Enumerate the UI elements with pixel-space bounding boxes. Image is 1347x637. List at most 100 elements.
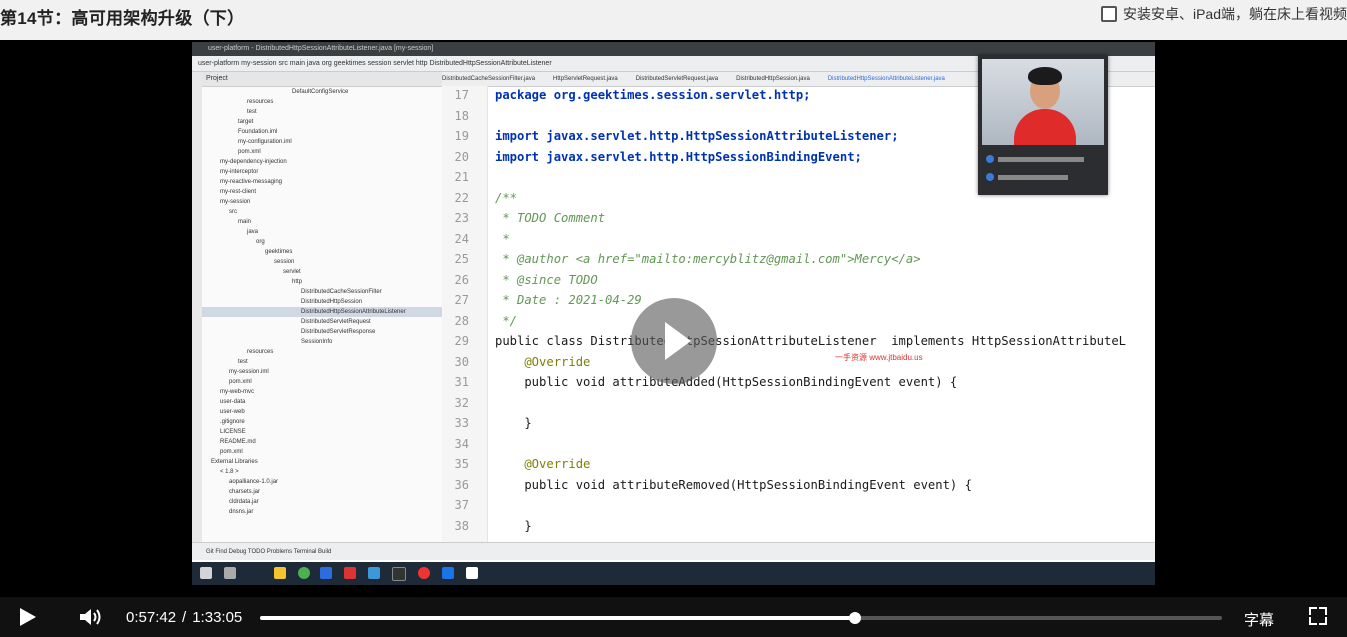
project-tree-item[interactable]: .gitignore — [202, 417, 442, 427]
explorer-icon — [274, 567, 286, 579]
project-tree-item[interactable]: user-web — [202, 407, 442, 417]
progress-handle[interactable] — [849, 612, 862, 624]
line-number: 29 — [454, 334, 469, 348]
project-tree-item[interactable]: pom.xml — [202, 147, 442, 157]
project-tree-item[interactable]: target — [202, 117, 442, 127]
project-tree-item[interactable]: geektimes — [202, 247, 442, 257]
code-line: package org.geektimes.session.servlet.ht… — [495, 88, 811, 102]
project-tree-item[interactable]: SessionInfo — [202, 337, 442, 347]
project-tree-item[interactable]: java — [202, 227, 442, 237]
install-app-promo[interactable]: 安装安卓、iPad端，躺在床上看视频 — [1100, 4, 1347, 24]
intellij-icon — [320, 567, 332, 579]
code-line: * @since TODO — [495, 272, 598, 287]
project-tree-item[interactable]: org — [202, 237, 442, 247]
editor-tab[interactable]: DistributedHttpSession.java — [736, 76, 810, 82]
code-line: public void attributeAdded(HttpSessionBi… — [495, 375, 958, 389]
project-tree-item[interactable]: dnsns.jar — [202, 507, 442, 517]
line-number: 25 — [454, 252, 469, 266]
editor-tab[interactable]: DistributedHttpSessionAttributeListener.… — [828, 76, 945, 82]
editor-tab[interactable]: HttpServletRequest.java — [553, 76, 618, 82]
project-tree-item[interactable]: resources — [202, 347, 442, 357]
code-line: } — [495, 518, 532, 533]
record-icon — [418, 567, 430, 579]
project-tree-item[interactable]: my-web-mvc — [202, 387, 442, 397]
project-tree-item[interactable]: user-data — [202, 397, 442, 407]
project-tree-item[interactable]: my-session.iml — [202, 367, 442, 377]
watermark: 一手资源 www.jtbaidu.us — [835, 353, 923, 362]
project-tree-item[interactable]: LICENSE — [202, 427, 442, 437]
big-play-icon[interactable] — [631, 298, 717, 384]
project-tree-item[interactable]: my-rest-client — [202, 187, 442, 197]
project-tree-item[interactable]: DefaultConfigService — [202, 87, 442, 97]
windows-start-icon — [200, 567, 212, 579]
project-tree-item[interactable]: main — [202, 217, 442, 227]
app-icon — [466, 567, 478, 579]
video-player-area[interactable]: user-platform - DistributedHttpSessionAt… — [0, 40, 1347, 597]
project-tree-item[interactable]: aopalliance-1.0.jar — [202, 477, 442, 487]
progress-bar[interactable] — [260, 612, 1222, 624]
code-line: public void attributeRemoved(HttpSession… — [495, 477, 972, 492]
project-tree-item[interactable]: DistributedServletRequest — [202, 317, 442, 327]
install-promo-text[interactable]: 安装安卓、iPad端，躺在床上看视频 — [1123, 4, 1347, 24]
code-line: * Date : 2021-04-29 — [495, 293, 642, 307]
project-tree-item[interactable]: DistributedServletResponse — [202, 327, 442, 337]
project-tree-item[interactable]: test — [202, 107, 442, 117]
code-line: * TODO Comment — [495, 211, 606, 225]
project-tree-item[interactable]: my-session — [202, 197, 442, 207]
webcam-feed — [982, 59, 1104, 145]
line-number: 33 — [454, 416, 469, 430]
line-number: 21 — [454, 170, 469, 184]
total-time: 1:33:05 — [192, 609, 243, 626]
checkbox-icon[interactable] — [1100, 6, 1117, 22]
ide-bottom-toolbar: Git Find Debug TODO Problems Terminal Bu… — [192, 542, 1155, 560]
project-tree-item[interactable]: servlet — [202, 267, 442, 277]
project-tree-item[interactable]: DistributedHttpSessionAttributeListener — [202, 307, 442, 317]
code-line: public class DistributedHttpSessionAttri… — [495, 334, 1127, 348]
project-tree-item[interactable]: charsets.jar — [202, 487, 442, 497]
project-tree: DefaultConfigService resources test target F… — [202, 87, 442, 517]
project-tree-item[interactable]: my-interceptor — [202, 167, 442, 177]
project-tree-item[interactable]: my-configuration.iml — [202, 137, 442, 147]
project-tree-item[interactable]: Foundation.iml — [202, 127, 442, 137]
project-tree-item[interactable]: < 1.8 > — [202, 467, 442, 477]
player-controls: 0:57:42 / 1:33:05 字幕 — [0, 597, 1347, 637]
project-tree-item[interactable]: pom.xml — [202, 447, 442, 457]
line-number: 17 — [454, 88, 469, 102]
app-icon — [344, 567, 356, 579]
search-icon — [224, 567, 236, 579]
line-number: 24 — [454, 231, 469, 246]
play-icon[interactable] — [20, 608, 36, 626]
project-tree-item[interactable]: http — [202, 277, 442, 287]
terminal-icon — [392, 567, 406, 581]
project-tree-item[interactable]: DistributedCacheSessionFilter — [202, 287, 442, 297]
editor-tab[interactable]: DistributedCacheSessionFilter.java — [442, 76, 535, 82]
project-tree-item[interactable]: src — [202, 207, 442, 217]
presenter-hair — [1028, 67, 1062, 85]
subtitles-button[interactable]: 字幕 — [1244, 609, 1274, 630]
code-line: @Override — [495, 457, 591, 471]
chat-message — [986, 155, 1084, 163]
progress-fill — [260, 616, 856, 620]
project-tree-item[interactable]: DistributedHttpSession — [202, 297, 442, 307]
line-number: 32 — [454, 395, 469, 410]
editor-tab[interactable]: DistributedServletRequest.java — [636, 76, 718, 82]
project-tree-item[interactable]: my-dependency-injection — [202, 157, 442, 167]
webcam-overlay — [978, 55, 1108, 195]
code-line: */ — [495, 313, 518, 328]
top-header: 第14节：高可用架构升级（下） 安装安卓、iPad端，躺在床上看视频 — [0, 0, 1347, 40]
code-line: import javax.servlet.http.HttpSessionBin… — [495, 149, 862, 164]
project-tree-item[interactable]: my-reactive-messaging — [202, 177, 442, 187]
project-tree-item[interactable]: resources — [202, 97, 442, 107]
windows-taskbar — [192, 562, 1155, 585]
line-number: 28 — [454, 313, 469, 328]
project-tree-item[interactable]: pom.xml — [202, 377, 442, 387]
project-tree-item[interactable]: test — [202, 357, 442, 367]
fullscreen-icon[interactable] — [1309, 607, 1327, 625]
project-tree-item[interactable]: cldrdata.jar — [202, 497, 442, 507]
volume-icon[interactable] — [78, 607, 104, 627]
line-number: 34 — [454, 436, 469, 451]
line-number: 19 — [454, 129, 469, 143]
project-tree-item[interactable]: External Libraries — [202, 457, 442, 467]
project-tree-item[interactable]: session — [202, 257, 442, 267]
project-tree-item[interactable]: README.md — [202, 437, 442, 447]
